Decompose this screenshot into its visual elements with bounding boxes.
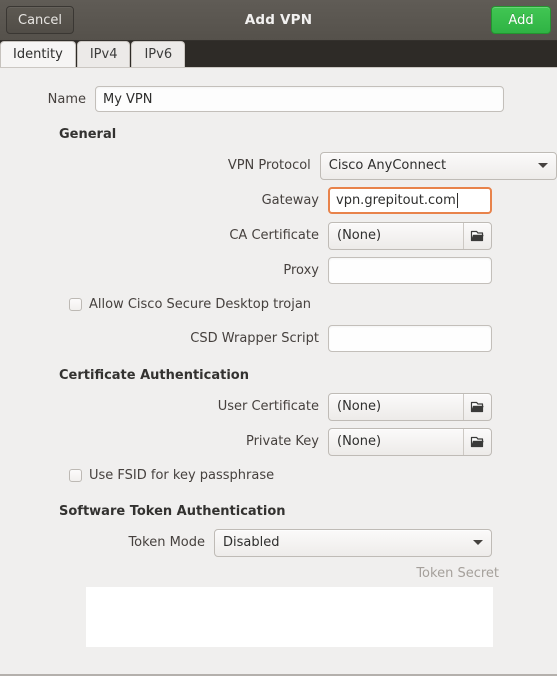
tab-bar-filler <box>186 41 557 67</box>
user-certificate-row: User Certificate (None) <box>0 389 557 424</box>
name-label: Name <box>47 91 86 107</box>
csd-wrapper-script-input[interactable] <box>328 325 492 352</box>
certificate-authentication-section-title: Certificate Authentication <box>59 368 249 383</box>
gateway-input[interactable] <box>328 187 492 214</box>
chevron-down-icon <box>473 540 483 545</box>
gateway-label: Gateway <box>261 193 319 208</box>
tab-identity[interactable]: Identity <box>0 41 76 67</box>
tab-ipv4[interactable]: IPv4 <box>76 41 131 67</box>
chevron-down-icon <box>538 163 548 168</box>
use-fsid-checkbox[interactable] <box>69 469 82 482</box>
token-mode-value: Disabled <box>223 535 280 550</box>
dialog-header-bar: Cancel Add VPN Add <box>0 0 557 41</box>
vpn-protocol-label: VPN Protocol <box>227 158 311 173</box>
token-mode-dropdown[interactable]: Disabled <box>214 528 492 557</box>
use-fsid-label[interactable]: Use FSID for key passphrase <box>89 468 274 483</box>
ca-certificate-value: (None) <box>337 228 382 243</box>
user-certificate-label: User Certificate <box>217 399 319 414</box>
open-folder-icon[interactable] <box>464 435 491 449</box>
vpn-protocol-dropdown[interactable]: Cisco AnyConnect <box>319 151 557 180</box>
token-mode-label: Token Mode <box>128 535 205 550</box>
software-token-authentication-section-title: Software Token Authentication <box>59 504 286 519</box>
add-button[interactable]: Add <box>491 6 551 34</box>
name-input[interactable] <box>95 86 504 112</box>
proxy-label: Proxy <box>283 263 319 278</box>
gateway-row: Gateway <box>0 183 557 218</box>
token-secret-textarea[interactable] <box>86 587 493 647</box>
text-cursor <box>456 193 458 208</box>
private-key-filechooser[interactable]: (None) <box>328 427 492 456</box>
open-folder-icon[interactable] <box>464 229 491 243</box>
general-section-title: General <box>59 127 117 142</box>
allow-trojan-label[interactable]: Allow Cisco Secure Desktop trojan <box>89 297 311 312</box>
ca-certificate-row: CA Certificate (None) <box>0 218 557 253</box>
vpn-protocol-row: VPN Protocol Cisco AnyConnect <box>0 148 557 183</box>
tab-bar: Identity IPv4 IPv6 <box>0 41 557 68</box>
dialog-title: Add VPN <box>244 12 313 28</box>
proxy-row: Proxy <box>0 253 557 288</box>
cancel-button[interactable]: Cancel <box>6 6 75 34</box>
tab-ipv6[interactable]: IPv6 <box>131 41 186 67</box>
gateway-entry-wrap <box>328 187 492 214</box>
open-folder-icon[interactable] <box>464 400 491 414</box>
allow-trojan-row[interactable]: Allow Cisco Secure Desktop trojan <box>0 288 557 321</box>
ca-certificate-label: CA Certificate <box>229 228 319 243</box>
add-vpn-dialog: Cancel Add VPN Add Identity IPv4 IPv6 Na… <box>0 0 557 676</box>
private-key-value: (None) <box>337 434 382 449</box>
proxy-input[interactable] <box>328 257 492 284</box>
ca-certificate-filechooser[interactable]: (None) <box>328 221 492 250</box>
user-certificate-value: (None) <box>337 399 382 414</box>
private-key-label: Private Key <box>245 434 319 449</box>
use-fsid-row[interactable]: Use FSID for key passphrase <box>0 459 557 492</box>
csd-wrapper-script-row: CSD Wrapper Script <box>0 321 557 356</box>
user-certificate-filechooser[interactable]: (None) <box>328 392 492 421</box>
allow-trojan-checkbox[interactable] <box>69 298 82 311</box>
csd-wrapper-script-label: CSD Wrapper Script <box>190 331 319 346</box>
identity-tab-panel: Name General VPN Protocol Cisco AnyConne… <box>0 68 557 674</box>
token-secret-label: Token Secret <box>416 566 499 581</box>
name-row: Name <box>0 80 557 118</box>
vpn-protocol-value: Cisco AnyConnect <box>328 158 447 173</box>
token-mode-row: Token Mode Disabled <box>0 525 557 560</box>
private-key-row: Private Key (None) <box>0 424 557 459</box>
